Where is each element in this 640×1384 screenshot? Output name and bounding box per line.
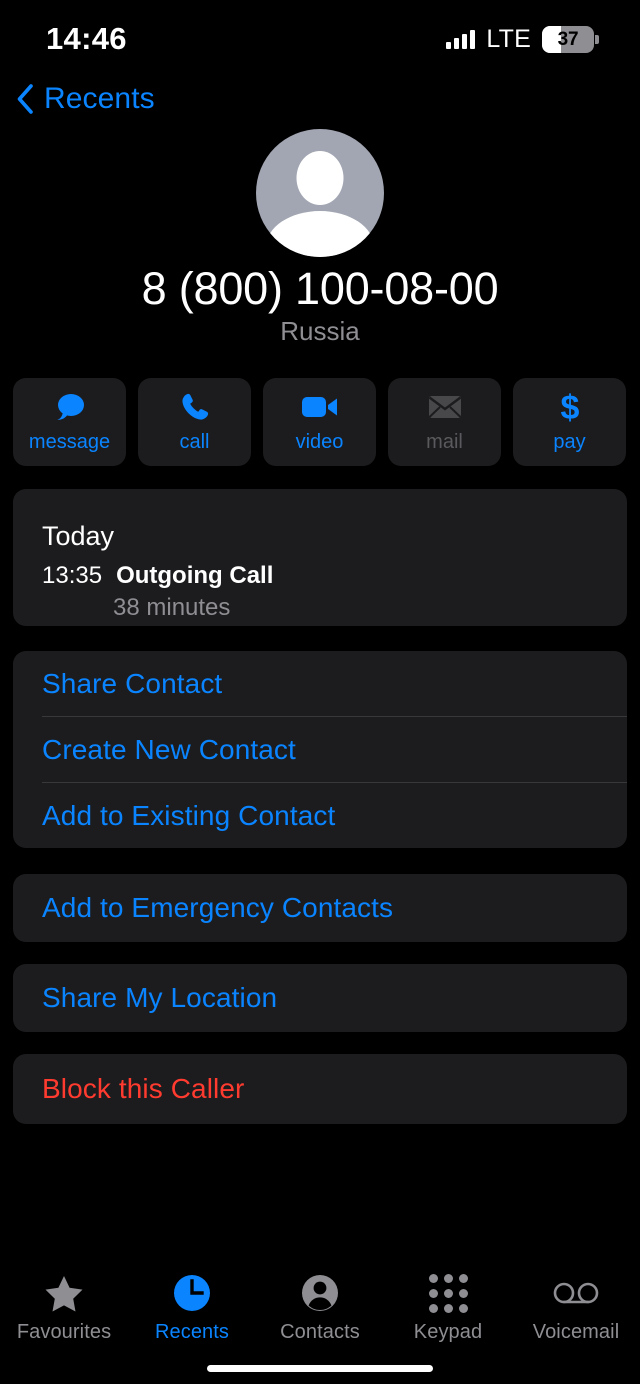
block-this-caller-row[interactable]: Block this Caller [13, 1054, 627, 1124]
tab-keypad-label: Keypad [413, 1321, 483, 1343]
avatar-body-shape [266, 211, 374, 257]
phone-contact-detail-screen: 14:46 LTE 37 Recents 8 (800) 100-08-00 R… [0, 0, 640, 1384]
contact-phone-number: 8 (800) 100-08-00 [141, 263, 499, 314]
call-history-time: 13:35 [42, 562, 103, 589]
share-my-location-label: Share My Location [42, 982, 278, 1013]
tab-bar: Favourites Recents Contacts Keypad Voice… [0, 1255, 640, 1384]
video-camera-icon [301, 390, 338, 424]
share-location-card: Share My Location [13, 964, 627, 1032]
video-button-label: video [295, 431, 344, 453]
phone-handset-icon [179, 390, 211, 424]
svg-text:$: $ [560, 389, 579, 425]
tab-recents[interactable]: Recents [128, 1273, 256, 1344]
battery-icon: 37 [542, 25, 599, 53]
quick-action-row: message call video mail $ pay [13, 378, 640, 466]
share-my-location-row[interactable]: Share My Location [13, 964, 627, 1032]
call-history-card: Today 13:35 Outgoing Call 38 minutes [13, 489, 627, 626]
tab-contacts[interactable]: Contacts [256, 1273, 384, 1344]
mail-button[interactable]: mail [388, 378, 501, 466]
network-type-label: LTE [486, 24, 531, 53]
person-circle-icon [300, 1273, 340, 1313]
contact-avatar [256, 129, 384, 257]
tab-favourites-label: Favourites [16, 1321, 112, 1343]
call-button-label: call [179, 431, 210, 453]
contact-country-label: Russia [280, 316, 360, 346]
tab-contacts-label: Contacts [280, 1321, 360, 1343]
tab-voicemail-label: Voicemail [532, 1321, 620, 1343]
share-contact-row[interactable]: Share Contact [13, 651, 627, 717]
tab-recents-label: Recents [154, 1321, 230, 1343]
call-history-entry: 13:35 Outgoing Call [42, 562, 273, 590]
emergency-contacts-card: Add to Emergency Contacts [13, 874, 627, 942]
envelope-icon [428, 390, 462, 424]
call-history-type: Outgoing Call [116, 562, 274, 589]
navigation-bar: Recents [0, 82, 640, 130]
add-to-emergency-contacts-label: Add to Emergency Contacts [42, 892, 394, 923]
status-bar: 14:46 LTE 37 [0, 0, 640, 78]
block-caller-card: Block this Caller [13, 1054, 627, 1124]
signal-bars-icon [446, 29, 476, 49]
pay-button-label: pay [553, 431, 586, 453]
home-indicator[interactable] [207, 1365, 433, 1372]
dollar-sign-icon: $ [557, 389, 583, 425]
tab-keypad[interactable]: Keypad [384, 1273, 512, 1344]
contact-actions-card: Share Contact Create New Contact Add to … [13, 651, 627, 848]
add-to-existing-contact-label: Add to Existing Contact [42, 800, 336, 831]
battery-level-label: 37 [557, 28, 579, 50]
status-bar-time: 14:46 [46, 21, 127, 56]
video-button[interactable]: video [263, 378, 376, 466]
avatar-head-shape [296, 151, 344, 205]
mail-button-label: mail [426, 431, 463, 453]
status-bar-indicators: LTE 37 [446, 24, 599, 54]
create-new-contact-row[interactable]: Create New Contact [13, 717, 627, 783]
add-to-existing-contact-row[interactable]: Add to Existing Contact [13, 783, 627, 849]
back-button[interactable]: Recents [0, 82, 155, 116]
message-button-label: message [28, 431, 111, 453]
message-bubble-icon [53, 390, 87, 424]
clock-icon [172, 1273, 212, 1313]
tab-favourites[interactable]: Favourites [0, 1273, 128, 1344]
call-button[interactable]: call [138, 378, 251, 466]
chevron-left-icon [17, 84, 33, 114]
call-history-duration: 38 minutes [113, 594, 231, 621]
create-new-contact-label: Create New Contact [42, 734, 296, 765]
star-icon [44, 1273, 84, 1313]
message-button[interactable]: message [13, 378, 126, 466]
share-contact-label: Share Contact [42, 668, 223, 699]
tab-voicemail[interactable]: Voicemail [512, 1273, 640, 1344]
back-button-label: Recents [44, 82, 155, 115]
block-this-caller-label: Block this Caller [42, 1073, 245, 1104]
pay-button[interactable]: $ pay [513, 378, 626, 466]
add-to-emergency-contacts-row[interactable]: Add to Emergency Contacts [13, 874, 627, 942]
call-history-day-label: Today [42, 521, 115, 551]
keypad-grid-icon [428, 1273, 468, 1313]
voicemail-tape-icon [553, 1273, 599, 1313]
